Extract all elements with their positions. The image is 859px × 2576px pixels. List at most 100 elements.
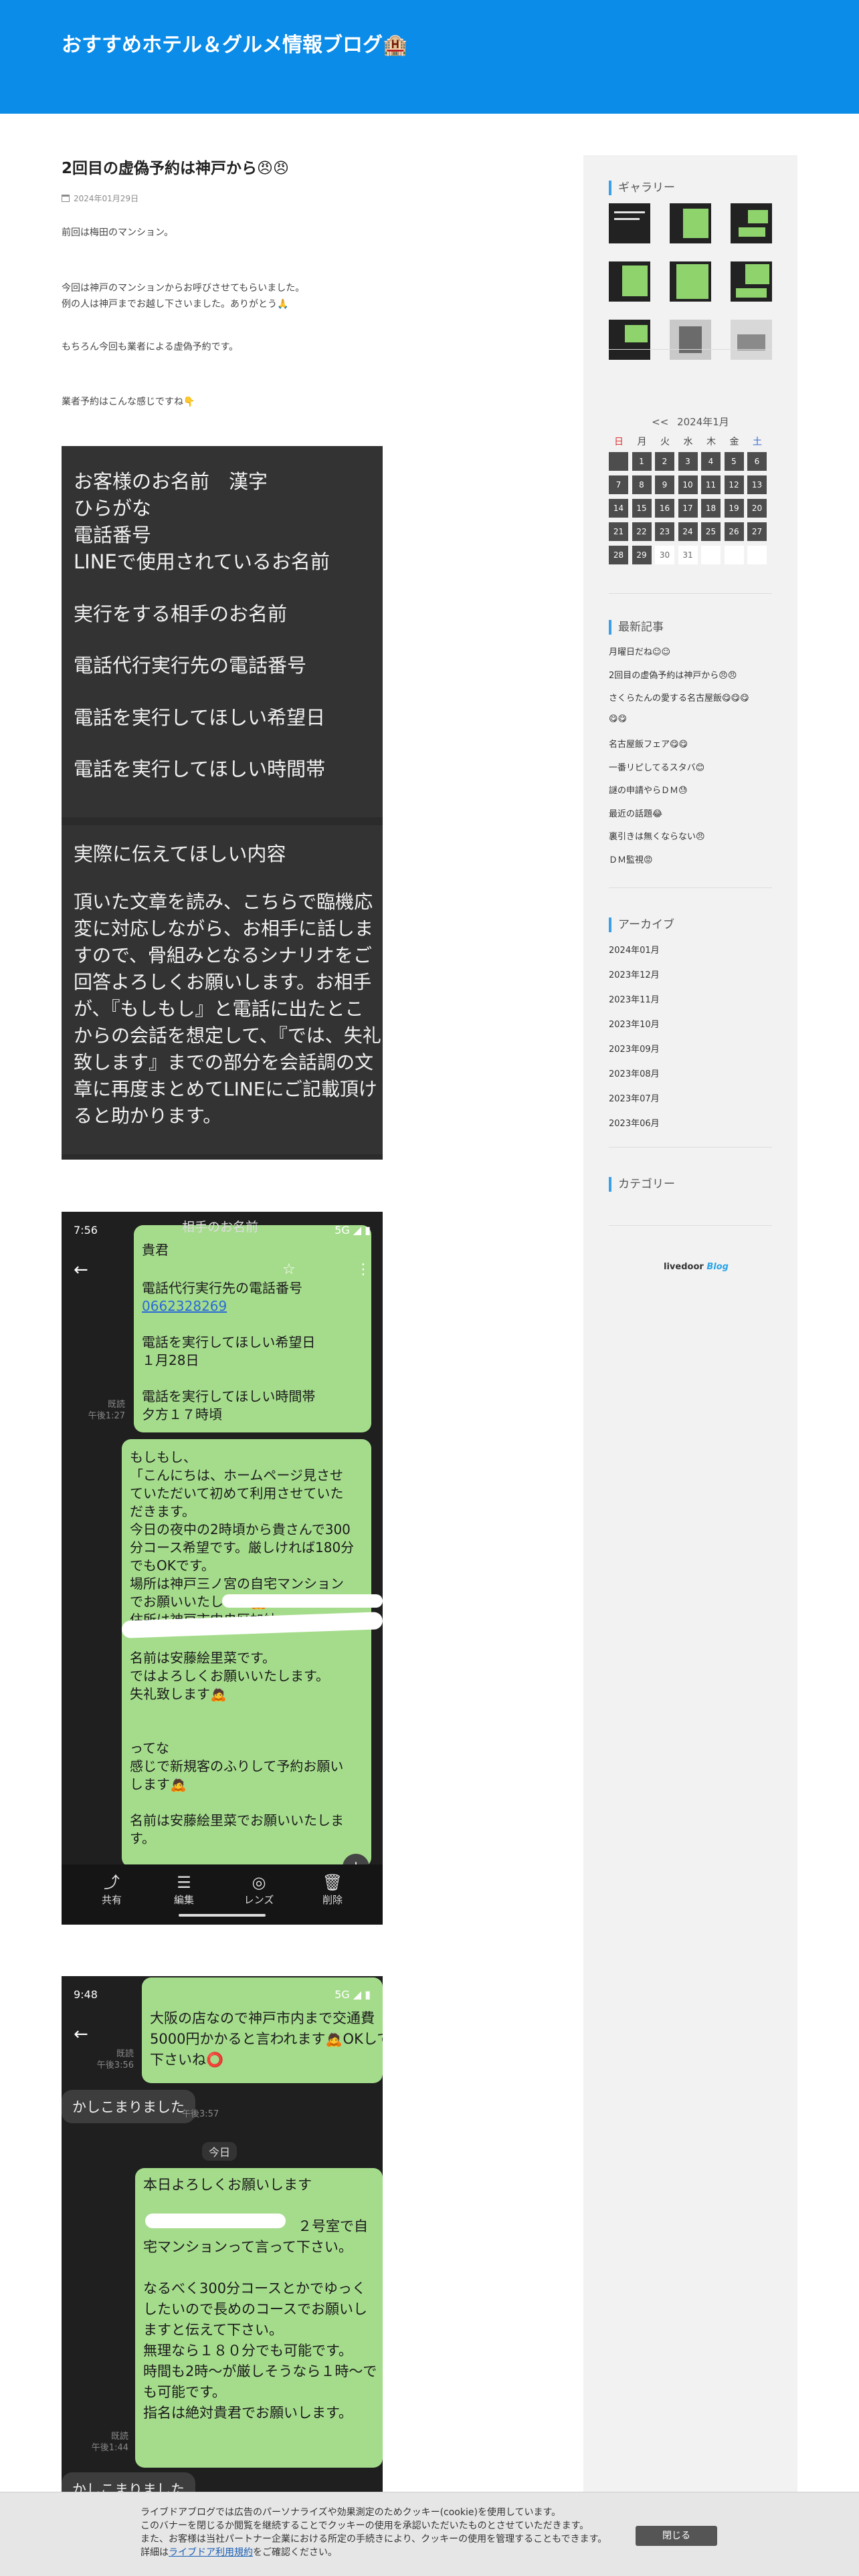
reply-bubble: かしこまりました (62, 2472, 195, 2492)
redaction-scribble (222, 1594, 383, 1608)
share-button[interactable]: ⤴ 共有 (82, 1872, 142, 1907)
calendar-day[interactable]: 13 (747, 475, 767, 494)
cookie-line: また、お客様は当社パートナー企業における所定の手続きにより、クッキーの使用を管理… (140, 2534, 607, 2545)
recent-post-link[interactable]: 2回目の虚偽予約は神戸から😠😠 (609, 668, 737, 681)
back-arrow-icon[interactable]: ← (74, 1260, 88, 1280)
phone-link[interactable]: 0662328269 (142, 1297, 363, 1315)
calendar-day[interactable]: 6 (747, 452, 767, 471)
archive-link[interactable]: 2023年08月 (609, 1067, 660, 1079)
calendar-day[interactable]: 23 (655, 522, 674, 541)
recent-post-link[interactable]: さくらたんの愛する名古屋飯😋😋😋 (609, 691, 749, 704)
star-icon[interactable]: ☆ (282, 1261, 296, 1278)
instruction-line: が、『もしもし』と電話に出たとこ (74, 998, 364, 1020)
recent-post-link[interactable]: ＤＭ監視😡 (609, 853, 653, 865)
calendar-day[interactable]: 31 (678, 546, 698, 564)
contact-header: 相手のお名前 (182, 1220, 259, 1235)
instruction-line: 章に再度まとめてLINEにご記載頂け (74, 1078, 377, 1100)
archive-link[interactable]: 2023年12月 (609, 968, 660, 980)
bubble-spacer (143, 2258, 375, 2278)
post-date-text: 2024年01月29日 (74, 194, 139, 203)
screenshot-form-template[interactable]: お客様のお名前 漢字 ひらがな 電話番号 LINEで使用されているお名前 実行を… (62, 446, 383, 1160)
archive-link[interactable]: 2023年07月 (609, 1091, 660, 1104)
more-icon[interactable]: ⋮ (356, 1261, 371, 1278)
calendar-day[interactable]: 12 (724, 475, 744, 494)
cookie-close-button[interactable]: 閉じる (636, 2526, 717, 2546)
recent-post-link[interactable]: 名古屋飯フェア😋😋 (609, 737, 688, 750)
calendar-dow: 火 (660, 437, 670, 447)
gallery-thumb[interactable] (731, 261, 772, 302)
calendar-day[interactable]: 2 (655, 452, 674, 471)
bubble-line: 時間も2時〜が厳しそうなら１時〜で (143, 2363, 377, 2379)
recent-post-link[interactable]: 😋😋 (609, 714, 627, 724)
logo-text-livedoor: livedoor (664, 1262, 704, 1272)
calendar-day[interactable]: 27 (747, 522, 767, 541)
calendar-day[interactable]: 8 (632, 475, 652, 494)
gallery-thumb[interactable] (609, 261, 650, 302)
calendar-day[interactable]: 20 (747, 499, 767, 518)
calendar-day[interactable]: 11 (701, 475, 721, 494)
calendar-widget: << 2024年1月 日月火水木金土 1 2 3 4 5 6 7 8 9 10 11 12 13 14 15 1… (609, 415, 772, 564)
divider (609, 593, 772, 594)
calendar-day[interactable]: 16 (655, 499, 674, 518)
lens-button[interactable]: ◎ レンズ (229, 1872, 289, 1907)
divider (609, 887, 772, 888)
livedoor-blog-logo[interactable]: livedoor Blog (664, 1262, 729, 1272)
gallery-thumb[interactable] (670, 320, 711, 360)
share-label: 共有 (101, 1894, 122, 1906)
back-arrow-icon[interactable]: ← (74, 2024, 88, 2044)
calendar-day[interactable]: 28 (609, 546, 628, 564)
archive-link[interactable]: 2023年11月 (609, 992, 660, 1005)
calendar-day[interactable]: 26 (724, 522, 744, 541)
gallery-thumb[interactable] (731, 203, 772, 243)
bubble-line: ていただいて初めて利用させていた (130, 1485, 344, 1501)
screenshot-line-chat-1[interactable]: 7:56 5G ◢ ▮ ← ☆ ⋮ 相手のお名前 貴君 電話代行実行先の電話番号… (62, 1212, 383, 1925)
calendar-day (609, 452, 628, 471)
calendar-day[interactable]: 21 (609, 522, 628, 541)
gallery-thumb[interactable] (670, 203, 711, 243)
recent-post-link[interactable]: 裏引きは無くならない😠 (609, 829, 705, 842)
calendar-day[interactable]: 25 (701, 522, 721, 541)
calendar-day[interactable]: 5 (724, 452, 744, 471)
archive-link[interactable]: 2024年01月 (609, 943, 660, 956)
screenshot-line-chat-2[interactable]: 9:48 5G ◢ ▮ ← 大阪の店なので神戸市内まで交通費 5000円かかると… (62, 1976, 383, 2492)
calendar-day[interactable]: 9 (655, 475, 674, 494)
post-title[interactable]: 2回目の虚偽予約は神戸から😠😠 (62, 155, 409, 178)
recent-post-link[interactable]: 一番リピしてるスタバ😊 (609, 760, 704, 773)
calendar-day[interactable]: 19 (724, 499, 744, 518)
calendar-day[interactable]: 24 (678, 522, 698, 541)
edit-button[interactable]: ☰ 編集 (154, 1872, 214, 1907)
gallery-thumb[interactable] (609, 320, 650, 360)
calendar-day[interactable]: 1 (632, 452, 652, 471)
calendar-day[interactable]: 30 (655, 546, 674, 564)
calendar-day[interactable]: 3 (678, 452, 698, 471)
calendar-day[interactable]: 22 (632, 522, 652, 541)
post-paragraph: 前回は梅田のマンション。 (62, 227, 174, 238)
calendar-day[interactable]: 18 (701, 499, 721, 518)
cookie-text: ライブドアブログでは広告のパーソナライズや効果測定のためクッキー(cookie)… (140, 2506, 607, 2559)
cookie-text-pre: 詳細は (140, 2547, 169, 2558)
calendar-day[interactable]: 15 (632, 499, 652, 518)
calendar-prev-link[interactable]: << (652, 416, 668, 428)
bubble-line: 「こんにちは、ホームページ見させ (130, 1467, 343, 1483)
calendar-day[interactable]: 4 (701, 452, 721, 471)
gallery-thumb[interactable] (670, 261, 711, 302)
calendar-day[interactable]: 10 (678, 475, 698, 494)
reply-bubble: かしこまりました (62, 2090, 195, 2123)
site-title[interactable]: おすすめホテル＆グルメ情報ブログ🏨 (62, 28, 407, 58)
calendar-day[interactable]: 17 (678, 499, 698, 518)
recent-post-link[interactable]: 最近の話題😂 (609, 807, 662, 819)
calendar-day[interactable]: 14 (609, 499, 628, 518)
recent-post-link[interactable]: 月曜日だね☺☺ (609, 645, 670, 657)
calendar-day[interactable]: 29 (632, 546, 652, 564)
terms-link[interactable]: ライブドア利用規約 (169, 2547, 253, 2558)
calendar-day[interactable]: 7 (609, 475, 628, 494)
read-time: 午後3:56 (96, 2060, 134, 2070)
gallery-thumb[interactable] (609, 203, 650, 243)
recent-post-link[interactable]: 謎の申請やらＤＭ😓 (609, 783, 688, 796)
bubble-line: 電話を実行してほしい時間帯 (142, 1388, 316, 1404)
archive-link[interactable]: 2023年10月 (609, 1017, 660, 1030)
delete-button[interactable]: 🗑 削除 (302, 1872, 363, 1907)
archive-link[interactable]: 2023年09月 (609, 1042, 660, 1055)
gallery-thumb[interactable] (731, 320, 772, 360)
archive-link[interactable]: 2023年06月 (609, 1116, 660, 1129)
